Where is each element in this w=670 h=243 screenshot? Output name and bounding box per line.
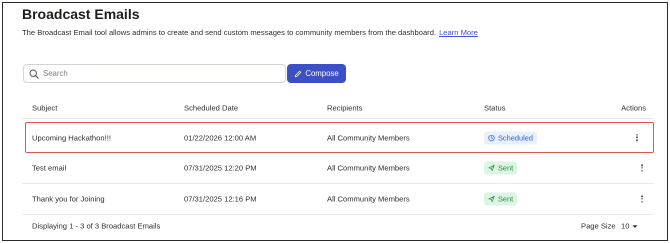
compose-label: Compose — [305, 69, 339, 78]
table-footer: Displaying 1 - 3 of 3 Broadcast Emails P… — [22, 215, 654, 237]
pencil-icon — [295, 70, 302, 77]
send-icon — [488, 164, 495, 172]
cell-subject: Test email — [32, 163, 67, 173]
app-frame: Broadcast Emails The Broadcast Email too… — [2, 2, 668, 241]
cell-status: Sent — [484, 192, 518, 206]
status-label: Sent — [498, 194, 514, 204]
cell-recipients: All Community Members — [327, 194, 410, 204]
cell-scheduled-date: 01/22/2026 12:00 AM — [184, 133, 257, 142]
search-box[interactable] — [23, 64, 286, 83]
compose-button[interactable]: Compose — [287, 64, 346, 83]
header-recipients: Recipients — [327, 103, 363, 112]
header-scheduled-date: Scheduled Date — [184, 103, 239, 112]
status-badge: Sent — [484, 192, 518, 206]
status-label: Scheduled — [498, 133, 533, 142]
page-size-label: Page Size — [581, 221, 616, 231]
status-badge: Scheduled — [484, 131, 537, 144]
row-actions[interactable] — [633, 133, 641, 142]
send-icon — [488, 195, 495, 203]
page-size-select[interactable]: 10 — [621, 222, 638, 231]
more-vertical-icon[interactable] — [638, 195, 646, 203]
header-actions: Actions — [621, 103, 646, 112]
row-actions[interactable] — [638, 195, 646, 203]
header-subject: Subject — [32, 103, 58, 112]
status-label: Sent — [498, 163, 514, 173]
pagination-summary: Displaying 1 - 3 of 3 Broadcast Emails — [32, 221, 161, 231]
cell-subject: Thank you for Joining — [32, 194, 105, 204]
cell-recipients: All Community Members — [327, 163, 410, 173]
cell-scheduled-date: 07/31/2025 12:20 PM — [184, 163, 257, 173]
page-size-value: 10 — [621, 221, 630, 231]
cell-scheduled-date: 07/31/2025 12:16 PM — [184, 194, 257, 204]
cell-subject: Upcoming Hackathon!!! — [32, 133, 111, 142]
clock-icon — [488, 134, 495, 141]
table-row[interactable]: Upcoming Hackathon!!! 01/22/2026 12:00 A… — [25, 122, 654, 153]
table-row[interactable]: Thank you for Joining 07/31/2025 12:16 P… — [22, 184, 654, 215]
more-vertical-icon[interactable] — [633, 133, 641, 142]
row-actions[interactable] — [638, 164, 646, 172]
page-description: The Broadcast Email tool allows admins t… — [22, 28, 478, 37]
broadcast-table: Subject Scheduled Date Recipients Status… — [22, 97, 654, 215]
search-icon — [29, 68, 39, 79]
table-header-row: Subject Scheduled Date Recipients Status… — [22, 97, 654, 119]
cell-recipients: All Community Members — [327, 133, 410, 142]
more-vertical-icon[interactable] — [638, 164, 646, 172]
search-input[interactable] — [43, 69, 263, 78]
status-badge: Sent — [484, 161, 518, 175]
page-title: Broadcast Emails — [22, 6, 140, 22]
cell-status: Sent — [484, 161, 518, 175]
description-text: The Broadcast Email tool allows admins t… — [22, 28, 437, 37]
learn-more-link[interactable]: Learn More — [439, 28, 478, 37]
table-row[interactable]: Test email 07/31/2025 12:20 PM All Commu… — [22, 153, 654, 184]
cell-status: Scheduled — [484, 131, 537, 144]
caret-down-icon — [632, 224, 638, 228]
header-status: Status — [484, 103, 506, 112]
